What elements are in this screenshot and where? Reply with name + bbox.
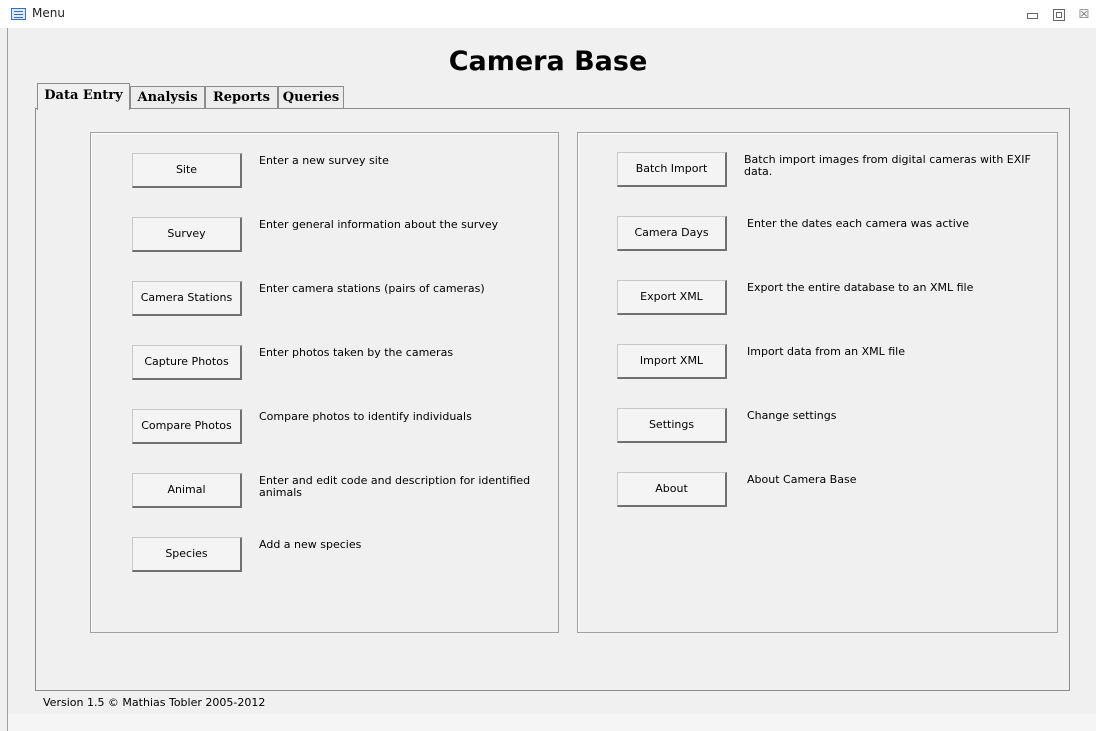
camera-days-button[interactable]: Camera Days [617, 216, 727, 251]
minimize-icon[interactable] [1024, 8, 1038, 20]
close-icon[interactable]: ☒ [1077, 8, 1091, 20]
survey-button[interactable]: Survey [132, 217, 242, 252]
tab-data-entry[interactable]: Data Entry [37, 83, 130, 110]
batch-import-button[interactable]: Batch Import [617, 152, 727, 187]
import-xml-button[interactable]: Import XML [617, 344, 727, 379]
import-xml-description: Import data from an XML file [747, 345, 905, 358]
right-panel: Batch Import Batch import images from di… [577, 132, 1058, 633]
access-window: Menu ☒ Camera Base Data Entry Analysis R… [0, 0, 1096, 731]
survey-description: Enter general information about the surv… [259, 218, 499, 231]
camera-stations-description: Enter camera stations (pairs of cameras) [259, 282, 485, 295]
compare-photos-description: Compare photos to identify individuals [259, 410, 472, 423]
site-description: Enter a new survey site [259, 154, 389, 167]
restore-icon[interactable] [1051, 8, 1065, 21]
species-button[interactable]: Species [132, 537, 242, 572]
compare-photos-button[interactable]: Compare Photos [132, 409, 242, 444]
capture-photos-description: Enter photos taken by the cameras [259, 346, 454, 359]
export-xml-button[interactable]: Export XML [617, 280, 727, 315]
animal-button[interactable]: Animal [132, 473, 242, 508]
camera-stations-button[interactable]: Camera Stations [132, 281, 242, 316]
status-bar [8, 714, 1096, 731]
batch-import-description: Batch import images from digital cameras… [744, 153, 1031, 178]
page-title: Camera Base [448, 46, 648, 77]
window-title: Menu [32, 6, 65, 20]
title-bar: Menu ☒ [0, 0, 1096, 28]
capture-photos-button[interactable]: Capture Photos [132, 345, 242, 380]
left-panel: Site Enter a new survey site Survey Ente… [90, 132, 559, 633]
version-label: Version 1.5 © Mathias Tobler 2005-2012 [43, 696, 266, 709]
tab-queries[interactable]: Queries [278, 86, 344, 109]
data-entry-page: Site Enter a new survey site Survey Ente… [35, 108, 1070, 691]
site-button[interactable]: Site [132, 153, 242, 188]
window-border [7, 28, 8, 731]
settings-description: Change settings [747, 409, 837, 422]
about-description: About Camera Base [747, 473, 857, 486]
export-xml-description: Export the entire database to an XML fil… [747, 281, 974, 294]
form-icon [11, 8, 26, 20]
species-description: Add a new species [259, 538, 362, 551]
camera-days-description: Enter the dates each camera was active [747, 217, 970, 230]
settings-button[interactable]: Settings [617, 408, 727, 443]
tab-analysis[interactable]: Analysis [130, 86, 205, 109]
animal-description: Enter and edit code and description for … [259, 474, 531, 499]
about-button[interactable]: About [617, 472, 727, 507]
tab-reports[interactable]: Reports [205, 86, 278, 109]
